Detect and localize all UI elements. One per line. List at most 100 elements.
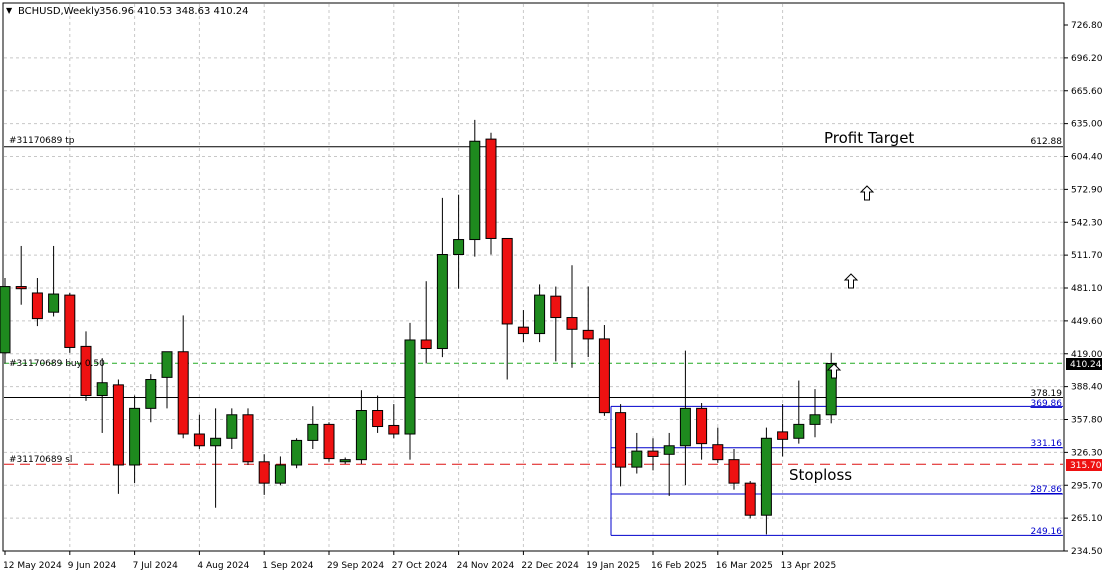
time-tick-label: 16 Feb 2025	[651, 561, 707, 571]
bear-candle-body	[728, 459, 740, 484]
bear-candle-body	[258, 461, 270, 484]
price-tick-label: 388.40	[1071, 383, 1103, 393]
time-tick-label: 9 Jun 2024	[68, 561, 117, 571]
bear-candle-body	[566, 317, 578, 330]
bull-candle-body	[210, 437, 222, 447]
time-axis[interactable]: 12 May 2024 9 Jun 2024 7 Jul 2024 4 Aug 202…	[3, 551, 836, 571]
time-tick-label: 19 Jan 2025	[586, 561, 640, 571]
candle[interactable]	[291, 438, 303, 469]
bull-candle-body	[793, 423, 805, 439]
time-tick-label: 1 Sep 2024	[262, 561, 314, 571]
bull-candle-body	[760, 437, 772, 516]
price-tick-label: 696.20	[1071, 54, 1103, 64]
candle[interactable]	[323, 422, 335, 462]
bear-candle-body	[31, 292, 43, 320]
bear-candle-body	[517, 326, 529, 335]
bear-candle-body	[744, 482, 756, 516]
bear-candle-body	[64, 294, 76, 348]
bear-candle-body	[388, 424, 400, 435]
time-tick-label: 22 Dec 2024	[521, 561, 579, 571]
ohlc-readout: 356.96 410.53 348.63 410.24	[99, 6, 249, 17]
price-chart[interactable]: 726.80 696.20 665.60 635.00 604.40 572.90 542.…	[0, 0, 1106, 576]
bear-candle-body	[598, 338, 610, 414]
time-tick-label: 29 Sep 2024	[327, 561, 384, 571]
bear-candle-body	[420, 339, 432, 350]
bear-candle-body	[372, 409, 384, 428]
bull-candle-body	[534, 294, 546, 335]
price-tick-label: 481.10	[1071, 284, 1103, 294]
bear-candle-body	[696, 407, 708, 445]
bear-candle-body	[501, 237, 513, 325]
candle[interactable]	[825, 352, 837, 424]
price-tick-label: 326.30	[1071, 448, 1103, 458]
level-label-2[interactable]: 331.16	[1031, 439, 1063, 449]
bull-candle-body	[48, 293, 60, 313]
price-tick-label: 234.50	[1071, 547, 1103, 557]
bear-candle-body	[615, 412, 627, 468]
price-axis[interactable]: 726.80 696.20 665.60 635.00 604.40 572.90 542.…	[1064, 21, 1103, 557]
price-tick-label: 265.10	[1071, 514, 1103, 524]
price-tick-label: 542.30	[1071, 218, 1103, 228]
chart-area[interactable]	[2, 2, 1065, 552]
price-tick-label: 449.60	[1071, 317, 1103, 327]
sl-order-label[interactable]: #31170689 sl	[9, 455, 72, 465]
price-tick-label: 572.90	[1071, 185, 1103, 195]
bull-candle-body	[631, 450, 643, 468]
bear-candle-body	[777, 431, 789, 440]
bull-candle-body	[469, 140, 481, 241]
symbol-title: BCHUSD,Weekly	[18, 6, 100, 17]
bear-candle-body	[485, 138, 497, 239]
tp-order-label[interactable]: #31170689 tp	[9, 136, 75, 146]
bear-candle-body	[582, 329, 594, 340]
bear-candle-body	[80, 345, 92, 397]
level-label-1[interactable]: 369.86	[1031, 399, 1063, 409]
bear-candle-body	[647, 450, 659, 457]
bull-candle-body	[0, 286, 11, 354]
bull-candle-body	[663, 445, 675, 455]
level-label-4[interactable]: 249.16	[1031, 527, 1063, 537]
bear-candle-body	[177, 351, 189, 435]
bull-candle-body	[453, 239, 465, 256]
bear-candle-body	[712, 444, 724, 461]
time-tick-label: 16 Mar 2025	[716, 561, 773, 571]
bull-candle-body	[307, 423, 319, 441]
bear-candle-body	[15, 286, 27, 290]
bull-candle-body	[339, 459, 351, 463]
time-tick-label: 12 May 2024	[3, 561, 62, 571]
bull-candle-body	[679, 407, 691, 447]
price-tick-label: 511.70	[1071, 251, 1103, 261]
symbol-menu-arrow[interactable]: ▼	[6, 6, 13, 15]
candle[interactable]	[598, 325, 610, 416]
price-tick-label: 295.70	[1071, 481, 1103, 491]
bull-candle-body	[129, 407, 141, 466]
bull-candle-body	[809, 414, 821, 425]
price-tick-label: 604.40	[1071, 153, 1103, 163]
candle[interactable]	[242, 408, 254, 465]
level-label-3[interactable]: 287.86	[1031, 485, 1063, 495]
tp-price-label: 612.88	[1031, 137, 1063, 147]
buy-price-label: 378.19	[1031, 389, 1063, 399]
sl-price-value: 315.70	[1070, 461, 1102, 471]
bull-candle-body	[96, 382, 108, 397]
bull-candle-body	[291, 439, 303, 466]
bull-candle-body	[161, 351, 173, 378]
bear-candle-body	[242, 414, 254, 463]
bull-candle-body	[226, 414, 238, 439]
buy-order-label[interactable]: #31170689 buy 0.50	[9, 359, 105, 369]
price-tick-label: 665.60	[1071, 87, 1103, 97]
profit-target-annotation[interactable]: Profit Target	[824, 129, 914, 147]
time-tick-label: 27 Oct 2024	[392, 561, 448, 571]
bear-candle-body	[550, 295, 562, 319]
price-tick-label: 635.00	[1071, 120, 1103, 130]
stoploss-annotation[interactable]: Stoploss	[789, 466, 852, 484]
bull-candle-body	[355, 409, 367, 461]
time-tick-label: 4 Aug 2024	[197, 561, 249, 571]
bear-candle-body	[323, 423, 335, 460]
bear-candle-body	[112, 384, 124, 466]
candle[interactable]	[64, 292, 76, 353]
candle[interactable]	[485, 132, 497, 255]
bull-candle-body	[404, 339, 416, 435]
time-tick-label: 7 Jul 2024	[133, 561, 178, 571]
candle[interactable]	[0, 278, 11, 364]
candle[interactable]	[744, 481, 756, 519]
